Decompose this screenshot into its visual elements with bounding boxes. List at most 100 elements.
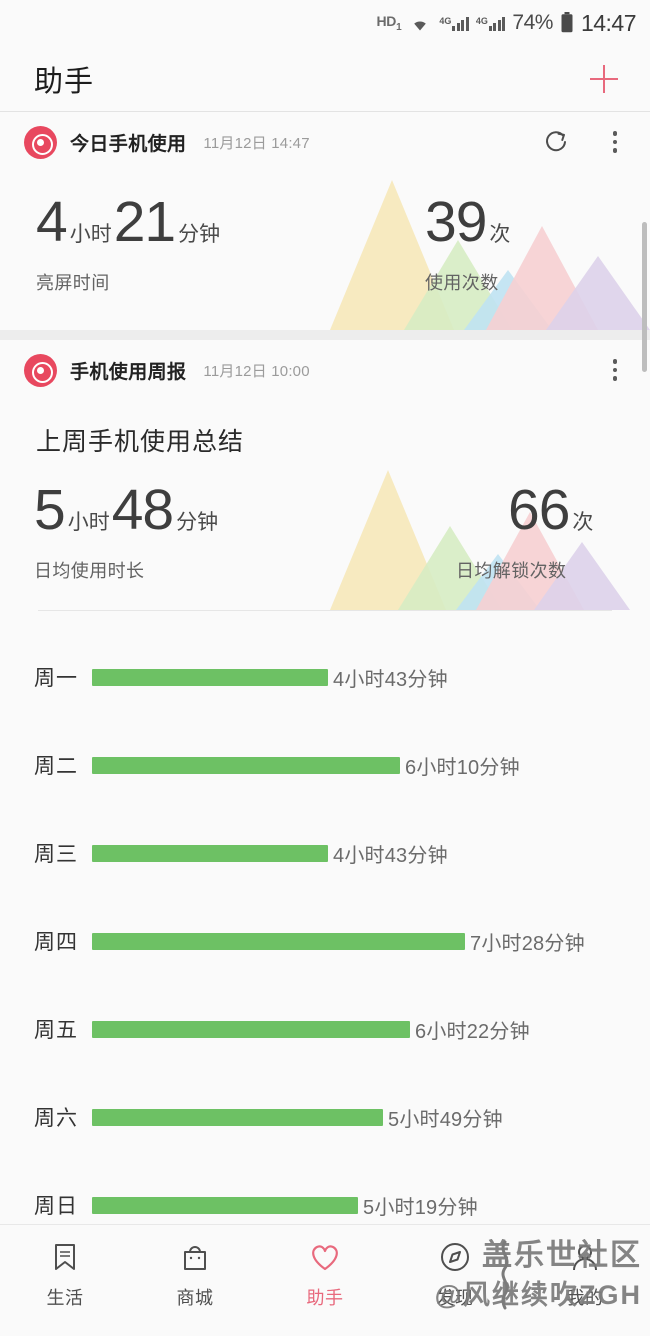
avg-time-stat: 5 小时 48 分钟 日均使用时长 [34,482,220,583]
bar-value-label: 7小时28分钟 [470,932,585,955]
wifi-icon [408,14,432,32]
weekly-bar-chart: 周一 4小时43分钟 周二 6小时10分钟 周三 4小时43分钟 周四 7小时28分钟 周五 6小… [0,611,650,1249]
bar-track [92,1196,358,1214]
avg-time-hours-unit: 小时 [67,511,110,534]
bar-fill [92,1108,383,1126]
weekly-card-menu-button[interactable] [602,355,628,385]
bar-day-label: 周三 [34,843,78,866]
usage-count-unit: 次 [489,223,511,246]
bar-day-label: 周六 [34,1107,78,1130]
bar-value-label: 4小时43分钟 [333,668,448,691]
weekly-summary-body: 5 小时 48 分钟 日均使用时长 66 次 日均解锁次数 [0,458,650,610]
person-icon [569,1239,601,1275]
vertical-scrollbar[interactable] [642,222,647,372]
shopping-bag-icon [179,1239,211,1275]
avg-unlocks-number: 66 [508,478,570,542]
avg-time-minutes-unit: 分钟 [176,511,219,534]
usage-count-stat: 39 次 使用次数 [425,194,512,295]
screen-time-hours: 4 [36,190,68,254]
nav-item-label: 发现 [436,1288,474,1308]
page-title: 助手 [34,65,95,98]
today-card-header: 今日手机使用 11月12日 14:47 [0,112,650,172]
weekly-card-divider [38,610,612,611]
battery-percent: 74% [512,11,553,34]
bar-fill [92,844,328,862]
battery-icon [560,12,574,34]
cards-scroll-area[interactable]: 今日手机使用 11月12日 14:47 4 小时 21 分钟 亮屏时间 39 次… [0,112,650,1336]
compass-icon [439,1239,471,1275]
signal-icon-sim1: 4G [439,16,469,31]
avg-time-hours: 5 [34,478,66,542]
weekly-card-timestamp: 11月12日 10:00 [203,362,310,380]
bar-fill [92,668,328,686]
bar-fill [92,1196,358,1214]
bar-day-label: 周五 [34,1019,78,1042]
weekly-summary-heading: 上周手机使用总结 [36,428,245,456]
weekly-card-header: 手机使用周报 11月12日 10:00 [0,340,650,400]
nav-item-label: 生活 [46,1288,84,1308]
nav-item-label: 我的 [566,1288,604,1308]
add-card-button[interactable] [582,57,626,101]
usage-count-value: 39 次 [425,194,512,251]
bar-value-label: 5小时19分钟 [363,1196,478,1219]
phone-screen: HD1 4G 4G 74% 14:47 助手 今日手机使用 11月12日 14:… [0,0,650,1336]
hd-voice-indicator: HD1 [376,13,401,33]
nav-item-商城[interactable]: 商城 [130,1239,260,1310]
avg-time-label: 日均使用时长 [34,561,145,581]
bar-track [92,756,400,774]
weekly-report-card[interactable]: 手机使用周报 11月12日 10:00 上周手机使用总结 5 小时 48 分钟 … [0,340,650,1249]
avg-time-value: 5 小时 48 分钟 [34,482,220,539]
today-card-menu-button[interactable] [602,127,628,157]
target-icon [24,353,57,387]
bar-day-label: 周日 [34,1195,78,1218]
network-type-1: 4G [439,15,452,26]
bar-track [92,1108,383,1126]
bar-track [92,1020,410,1038]
nav-item-我的[interactable]: 我的 [520,1239,650,1310]
avg-unlocks-stat: 66 次 日均解锁次数 [456,482,595,583]
today-card-title: 今日手机使用 [70,133,187,155]
bar-row: 周三 4小时43分钟 [0,809,650,897]
nav-item-助手[interactable]: 助手 [260,1239,390,1310]
today-card-timestamp: 11月12日 14:47 [203,134,310,152]
nav-item-生活[interactable]: 生活 [0,1239,130,1310]
bar-value-label: 6小时10分钟 [405,756,520,779]
screen-time-value: 4 小时 21 分钟 [36,194,222,251]
usage-count-label: 使用次数 [425,273,499,293]
refresh-icon[interactable] [541,127,571,157]
bar-track [92,932,465,950]
hd-label: HD [376,13,397,30]
bookmark-icon [49,1239,81,1275]
nav-item-label: 商城 [176,1288,214,1308]
bar-value-label: 5小时49分钟 [388,1108,503,1131]
today-usage-card[interactable]: 今日手机使用 11月12日 14:47 4 小时 21 分钟 亮屏时间 39 次… [0,112,650,330]
bar-row: 周四 7小时28分钟 [0,897,650,985]
screen-time-hours-unit: 小时 [69,223,112,246]
bar-track [92,844,328,862]
nav-item-label: 助手 [306,1288,344,1308]
bar-day-label: 周一 [34,667,78,690]
app-bar: 助手 [0,46,650,112]
bar-day-label: 周四 [34,931,78,954]
status-bar: HD1 4G 4G 74% 14:47 [0,0,650,46]
target-icon [24,125,57,159]
bar-row: 周二 6小时10分钟 [0,721,650,809]
hd-sub-label: 1 [396,21,402,33]
bottom-navigation-bar: 生活 商城 助手 发现 我的 [0,1224,650,1336]
bar-fill [92,1020,410,1038]
avg-time-minutes: 48 [111,478,174,542]
bar-row: 周六 5小时49分钟 [0,1073,650,1161]
bar-track [92,668,328,686]
screen-time-minutes-unit: 分钟 [178,223,221,246]
avg-unlocks-label: 日均解锁次数 [456,561,567,581]
bar-fill [92,756,400,774]
screen-time-stat: 4 小时 21 分钟 亮屏时间 [36,194,222,295]
today-card-body: 4 小时 21 分钟 亮屏时间 39 次 使用次数 [0,172,650,330]
status-bar-clock: 14:47 [580,9,637,36]
network-type-2: 4G [475,15,488,26]
watermark-squiggle-icon [501,1240,509,1310]
bar-day-label: 周二 [34,755,78,778]
bar-row: 周一 4小时43分钟 [0,633,650,721]
avg-unlocks-value: 66 次 [508,482,595,539]
signal-icon-sim2: 4G [476,16,506,31]
